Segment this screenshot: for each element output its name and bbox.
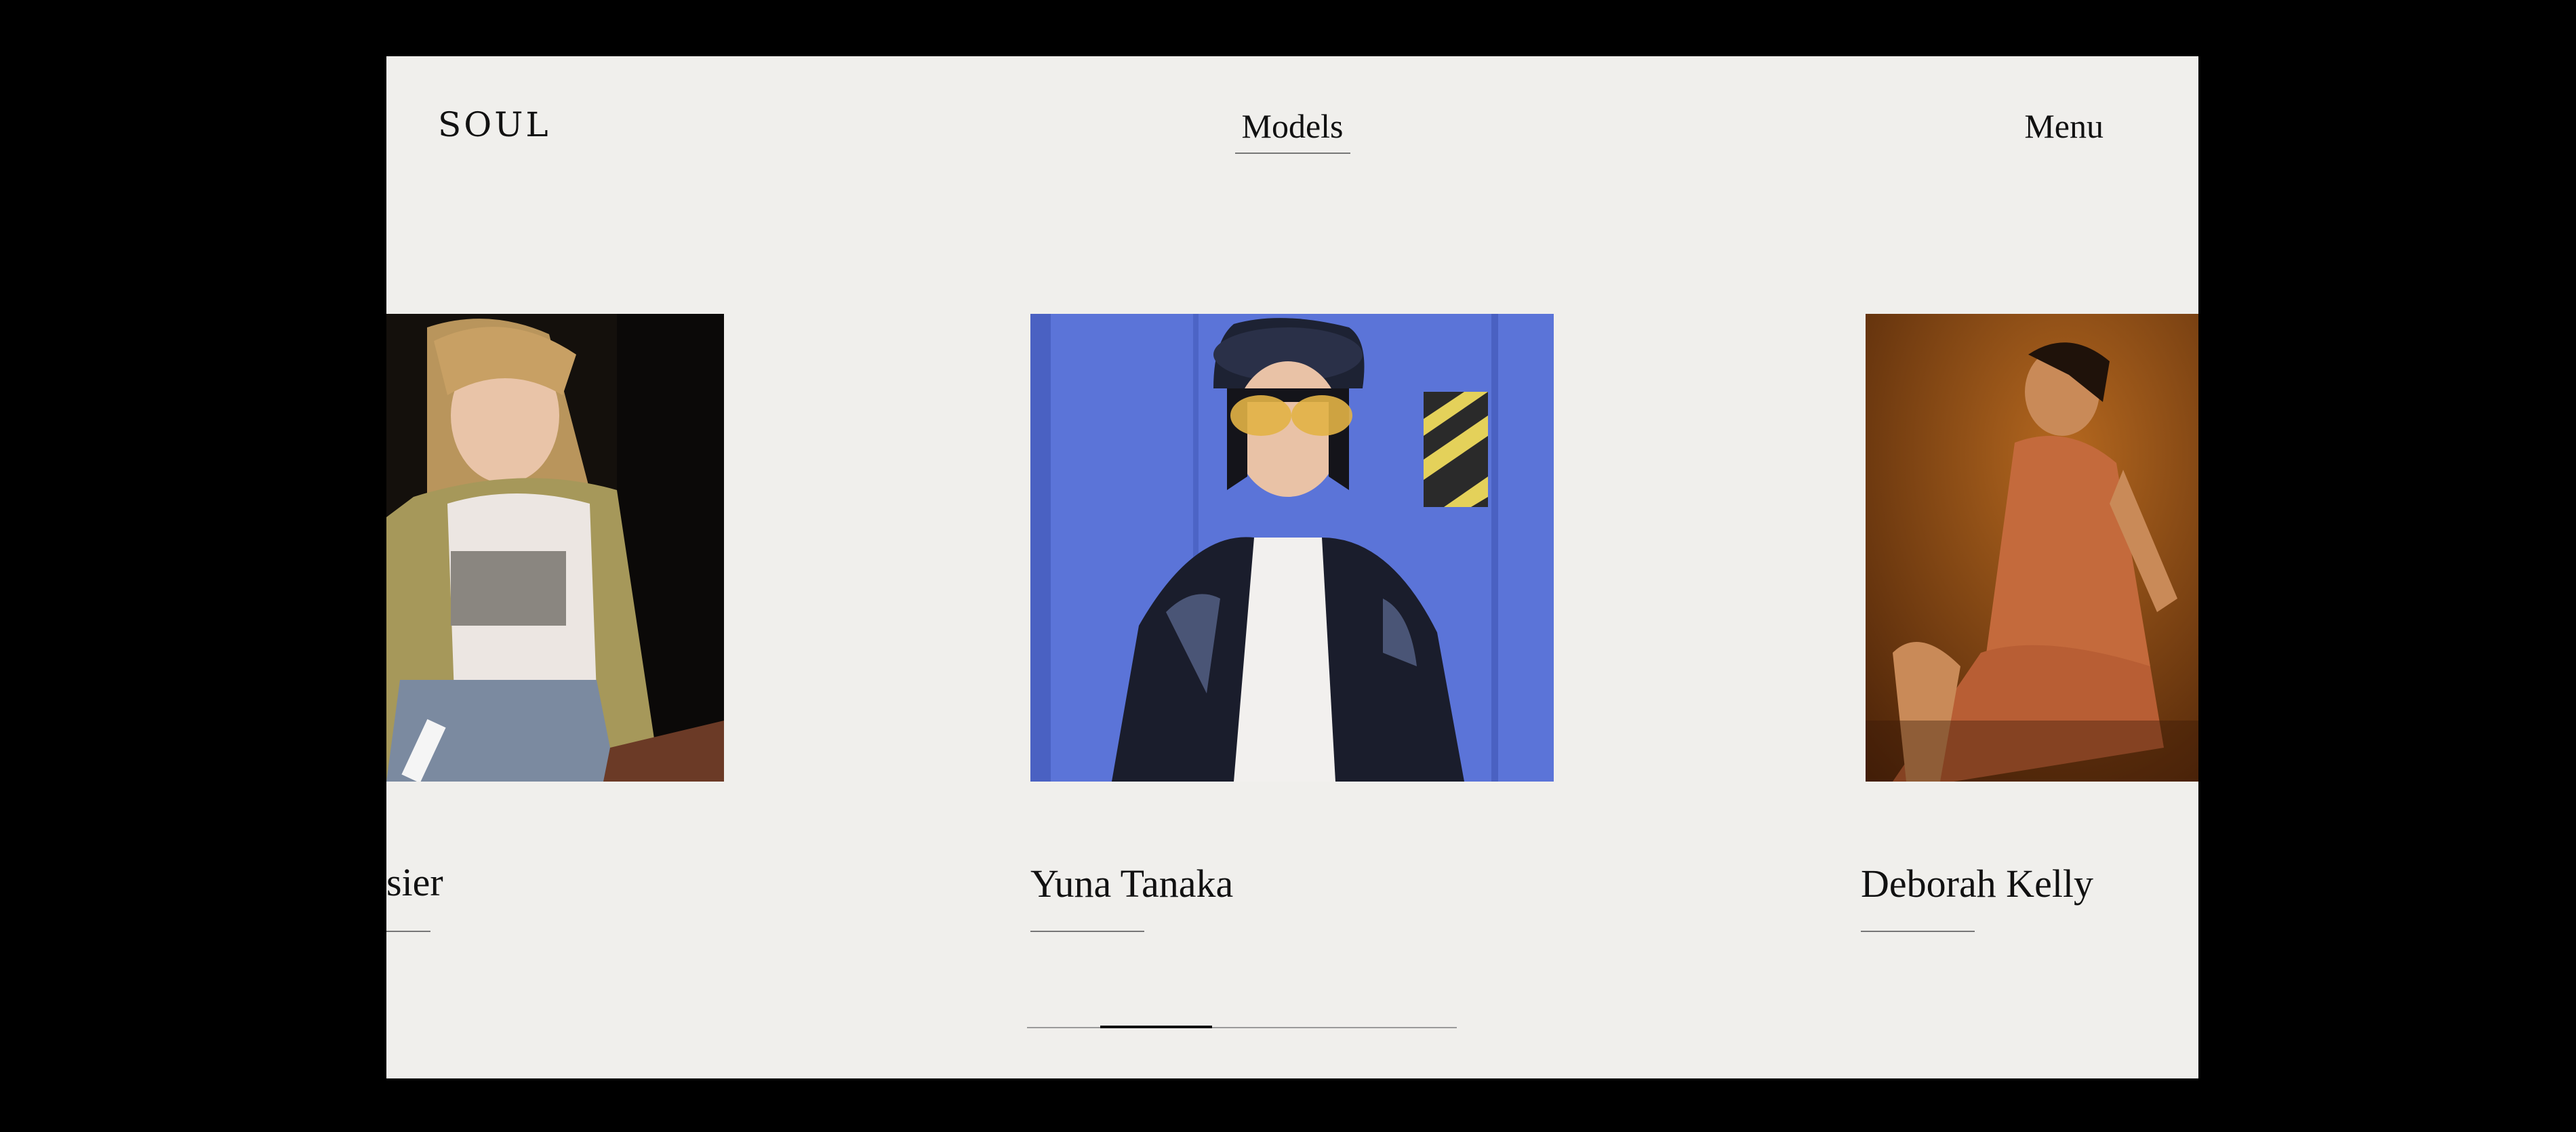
model-name-underline [1030,931,1144,932]
model-name[interactable]: Deborah Kelly [1861,864,2093,904]
carousel-progress-indicator[interactable] [1100,1026,1212,1028]
model-name[interactable]: sier [386,863,443,902]
menu-button[interactable]: Menu [2024,109,2104,143]
model-photo-image [386,314,724,782]
model-photo-image [1030,314,1554,782]
nav-models-wrapper: Models [386,109,2198,154]
carousel-progress-bar[interactable] [1027,1026,1457,1028]
models-page: SOUL Models Menu sier Yuna Tanaka Debora… [386,56,2198,1078]
model-name-underline [386,931,430,932]
model-name-underline [1861,931,1975,932]
model-name[interactable]: Yuna Tanaka [1030,864,1233,904]
model-card-center[interactable]: Yuna Tanaka [1030,314,1554,932]
model-card-right[interactable]: Deborah Kelly [1861,314,2198,932]
model-photo-image [1866,314,2198,782]
model-photo[interactable] [386,314,724,782]
model-photo[interactable] [1030,314,1554,782]
model-photo[interactable] [1866,314,2198,782]
model-card-left[interactable]: sier [386,314,724,932]
nav-models-link[interactable]: Models [1234,109,1350,154]
